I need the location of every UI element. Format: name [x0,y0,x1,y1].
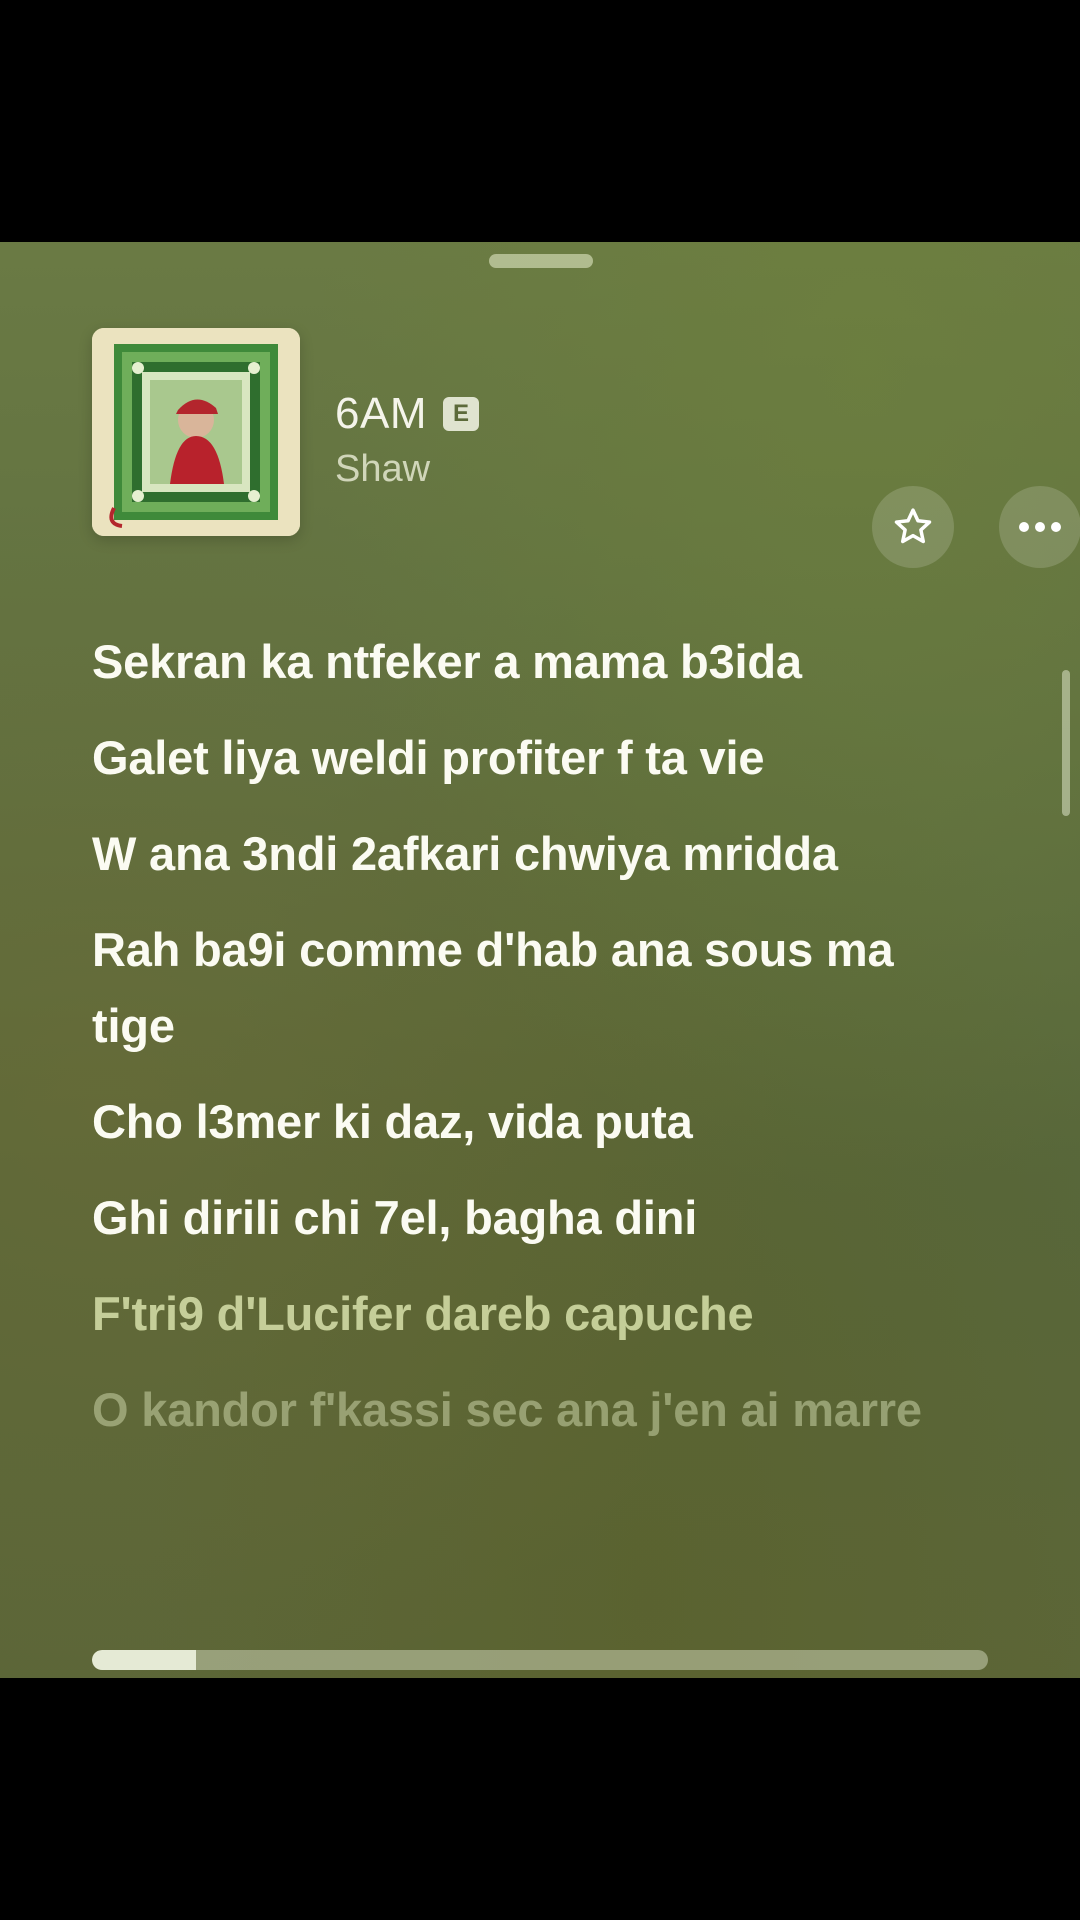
lyric-line[interactable]: Rah ba9i comme d'hab ana sous ma tige [92,912,982,1064]
lyrics-list[interactable]: Sekran ka ntfeker a mama b3ida Galet liy… [92,624,982,1468]
playback-progress-bar[interactable] [92,1650,988,1670]
artist-name[interactable]: Shaw [335,448,479,491]
track-info[interactable]: 6AM E Shaw [335,386,479,491]
lyrics-sheet: 6AM E Shaw Sekran ka ntfeker a mama b3id… [0,242,1080,1678]
now-playing-header: 6AM E Shaw [92,328,1080,568]
sheet-grabber-handle[interactable] [489,254,593,268]
screen: 6AM E Shaw Sekran ka ntfeker a mama b3id… [0,0,1080,1920]
lyric-line[interactable]: Cho l3mer ki daz, vida puta [92,1084,982,1160]
playback-progress-fill [92,1650,196,1670]
track-title: 6AM [335,389,427,438]
favorite-button[interactable] [872,486,954,568]
lyrics-scrollbar[interactable] [1062,670,1070,816]
explicit-badge: E [442,397,479,431]
lyric-line[interactable]: W ana 3ndi 2afkari chwiya mridda [92,816,982,892]
star-icon [894,508,932,544]
lyric-line[interactable]: F'tri9 d'Lucifer dareb capuche [92,1276,982,1352]
lyric-line[interactable]: Ghi dirili chi 7el, bagha dini [92,1180,982,1256]
lyric-line[interactable]: Galet liya weldi profiter f ta vie [92,720,982,796]
ellipsis-icon [1019,522,1061,532]
album-artwork[interactable] [92,328,300,536]
title-row: 6AM E [335,386,479,442]
lyric-line[interactable]: O kandor f'kassi sec ana j'en ai marre [92,1372,982,1448]
more-options-button[interactable] [999,486,1080,568]
lyric-line[interactable]: Sekran ka ntfeker a mama b3ida [92,624,982,700]
